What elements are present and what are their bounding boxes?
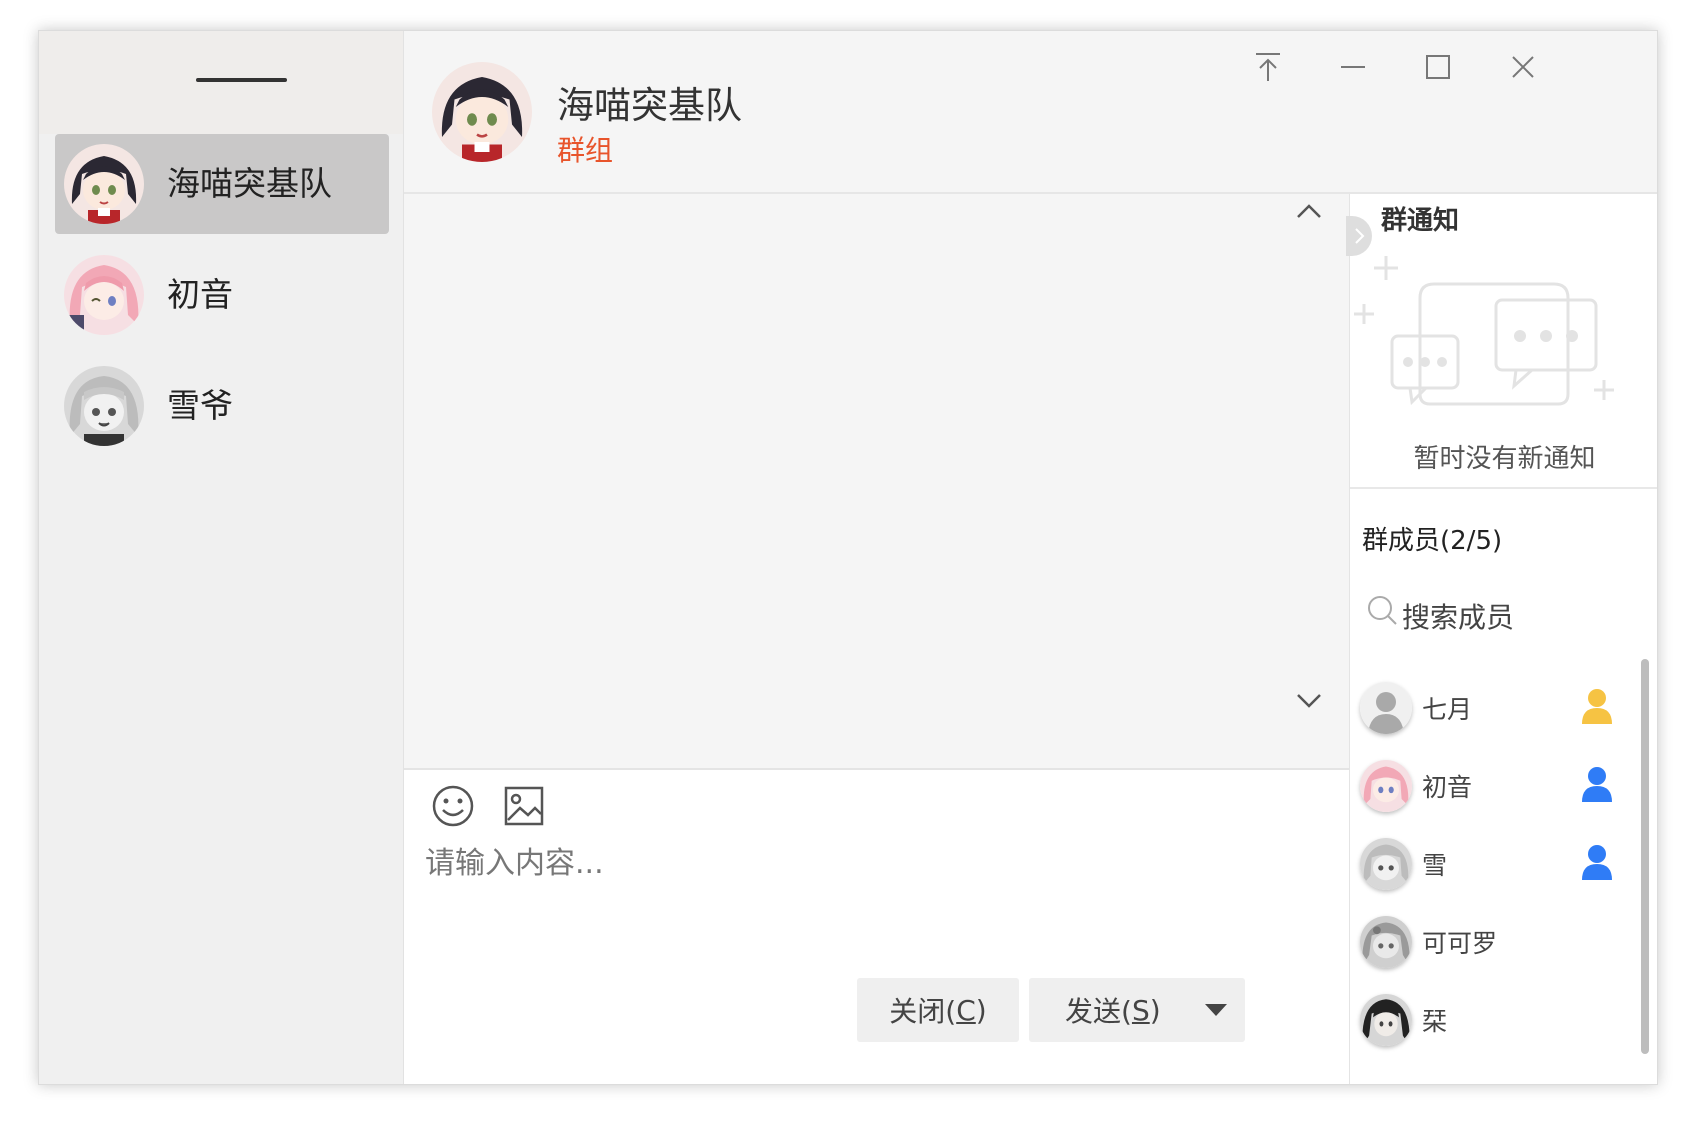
- member-name: 栞: [1422, 1007, 1448, 1036]
- member-name: 七月: [1422, 695, 1473, 724]
- close-label-end: ): [975, 993, 987, 1027]
- contact-item-xueye[interactable]: 雪爷: [55, 356, 389, 456]
- sidebar-header: [39, 31, 403, 134]
- no-notice-text: 暂时没有新通知: [1413, 444, 1596, 474]
- chevron-right-icon: [1355, 228, 1365, 244]
- avatar: [1360, 682, 1412, 734]
- close-button[interactable]: 关闭(C): [857, 978, 1019, 1042]
- avatar: [1360, 760, 1412, 812]
- image-icon: [504, 786, 544, 826]
- chat-header: 海喵突基队 群组: [404, 31, 1657, 194]
- message-composer: 请输入内容... 关闭(C) 发送(S): [404, 768, 1349, 1084]
- pin-top-button[interactable]: [1238, 47, 1298, 87]
- avatar: [1360, 916, 1412, 968]
- member-item[interactable]: 栞: [1360, 984, 1630, 1054]
- avatar: [64, 366, 144, 446]
- owner-badge-icon: [1582, 689, 1612, 724]
- avatar: [64, 255, 144, 335]
- emoji-icon: [432, 785, 474, 827]
- drag-handle[interactable]: [196, 78, 287, 82]
- member-item[interactable]: 七月: [1360, 672, 1630, 742]
- avatar: [1360, 838, 1412, 890]
- group-info-panel: 群通知 暂时没有新通知 群成员(2/5) 搜索成员 七月 初音 雪 可可罗 栞: [1346, 194, 1657, 1084]
- admin-badge-icon: [1582, 845, 1612, 880]
- empty-notice-illustration: [1354, 256, 1614, 406]
- emoji-button[interactable]: [429, 782, 477, 830]
- member-name: 雪: [1422, 851, 1448, 880]
- group-notice: 群通知 暂时没有新通知: [1346, 194, 1657, 489]
- chat-main: 海喵突基队 群组 请输入内容... 关闭(C) 发送(S) 群通知 暂时…: [404, 31, 1657, 1084]
- maximize-button[interactable]: [1408, 47, 1468, 87]
- send-label-end: ): [1149, 993, 1161, 1027]
- send-button[interactable]: 发送(S): [1029, 978, 1245, 1042]
- chevron-down-icon: [1297, 694, 1321, 708]
- contact-name: 初音: [167, 275, 233, 314]
- member-item[interactable]: 初音: [1360, 750, 1630, 820]
- contact-sidebar: 海喵突基队 初音 雪爷: [39, 31, 404, 1084]
- contact-name: 雪爷: [167, 386, 233, 425]
- search-icon: [1368, 596, 1397, 625]
- minimize-icon: [1341, 66, 1365, 68]
- notice-title: 群通知: [1381, 206, 1460, 236]
- member-search-placeholder: 搜索成员: [1402, 601, 1515, 634]
- scroll-down-button[interactable]: [1289, 686, 1329, 716]
- member-name: 可可罗: [1422, 929, 1498, 958]
- caret-down-icon[interactable]: [1205, 1004, 1227, 1016]
- avatar: [1360, 994, 1412, 1046]
- member-item[interactable]: 可可罗: [1360, 906, 1630, 976]
- pin-top-icon: [1256, 53, 1280, 81]
- contact-item-haimiao[interactable]: 海喵突基队: [55, 134, 389, 234]
- send-shortcut: S: [1131, 993, 1150, 1027]
- chevron-up-icon: [1297, 204, 1321, 218]
- close-shortcut: C: [956, 993, 976, 1027]
- message-list[interactable]: [404, 194, 1349, 768]
- members-title: 群成员(2/5): [1362, 526, 1503, 556]
- member-search-input[interactable]: 搜索成员: [1366, 594, 1626, 634]
- chat-type-label: 群组: [557, 134, 614, 167]
- scroll-up-button[interactable]: [1289, 196, 1329, 226]
- group-avatar: [432, 62, 532, 162]
- maximize-icon: [1426, 55, 1450, 79]
- minimize-button[interactable]: [1323, 47, 1383, 87]
- message-input[interactable]: 请输入内容...: [425, 838, 604, 882]
- close-icon: [1512, 56, 1534, 78]
- member-name: 初音: [1422, 773, 1473, 802]
- contact-name: 海喵突基队: [167, 164, 332, 203]
- close-label: 关闭(: [889, 995, 957, 1028]
- image-button[interactable]: [500, 782, 548, 830]
- admin-badge-icon: [1582, 767, 1612, 802]
- close-window-button[interactable]: [1493, 47, 1553, 87]
- avatar: [64, 144, 144, 224]
- send-label: 发送(: [1065, 995, 1132, 1028]
- member-list-scrollbar[interactable]: [1641, 659, 1649, 1054]
- contact-item-chuyin[interactable]: 初音: [55, 245, 389, 345]
- member-item[interactable]: 雪: [1360, 828, 1630, 898]
- chat-window: 海喵突基队 初音 雪爷 海喵突基队 群组 请输入内容... 关闭(C) 发送…: [38, 30, 1658, 1085]
- chat-title: 海喵突基队: [557, 84, 742, 127]
